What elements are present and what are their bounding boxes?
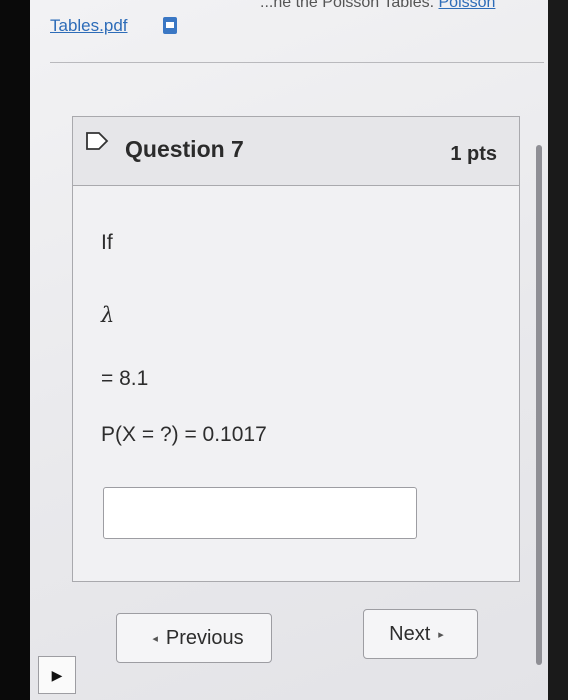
question-header: Question 7 1 pts: [73, 117, 519, 186]
truncated-instruction-text: ...ne the Poisson Tables.: [260, 0, 435, 11]
device-frame-right: [548, 0, 568, 700]
previous-label: Previous: [165, 626, 244, 649]
question-points: 1 pts: [450, 143, 497, 165]
next-button[interactable]: Next ▸: [363, 609, 478, 659]
next-label: Next: [389, 622, 431, 645]
flag-question-icon[interactable]: [85, 131, 109, 151]
tables-pdf-link[interactable]: Tables.pdf: [50, 16, 128, 36]
divider: [50, 62, 544, 63]
expand-arrow-icon[interactable]: ▶: [38, 656, 76, 694]
question-card: Question 7 1 pts If λ = 8.1 P(X = ?) = 0…: [72, 116, 520, 582]
probability-statement: P(X = ?) = 0.1017: [101, 423, 267, 446]
previous-arrow-icon: ◂: [152, 632, 158, 645]
question-text-if: If: [101, 231, 113, 254]
quiz-screen: ...ne the Poisson Tables. Poisson Tables…: [30, 0, 548, 700]
poisson-link[interactable]: Poisson: [439, 0, 496, 11]
device-frame-left: [0, 0, 30, 700]
file-preview-icon[interactable]: [163, 17, 177, 34]
next-arrow-icon: ▸: [438, 628, 444, 641]
question-title: Question 7: [125, 136, 244, 162]
answer-input[interactable]: [103, 487, 417, 539]
truncated-instruction: ...ne the Poisson Tables. Poisson: [260, 0, 495, 12]
lambda-symbol: λ: [101, 303, 115, 327]
lambda-value: = 8.1: [101, 367, 149, 390]
previous-button[interactable]: ◂ Previous: [116, 613, 272, 663]
scrollbar[interactable]: [536, 145, 542, 665]
